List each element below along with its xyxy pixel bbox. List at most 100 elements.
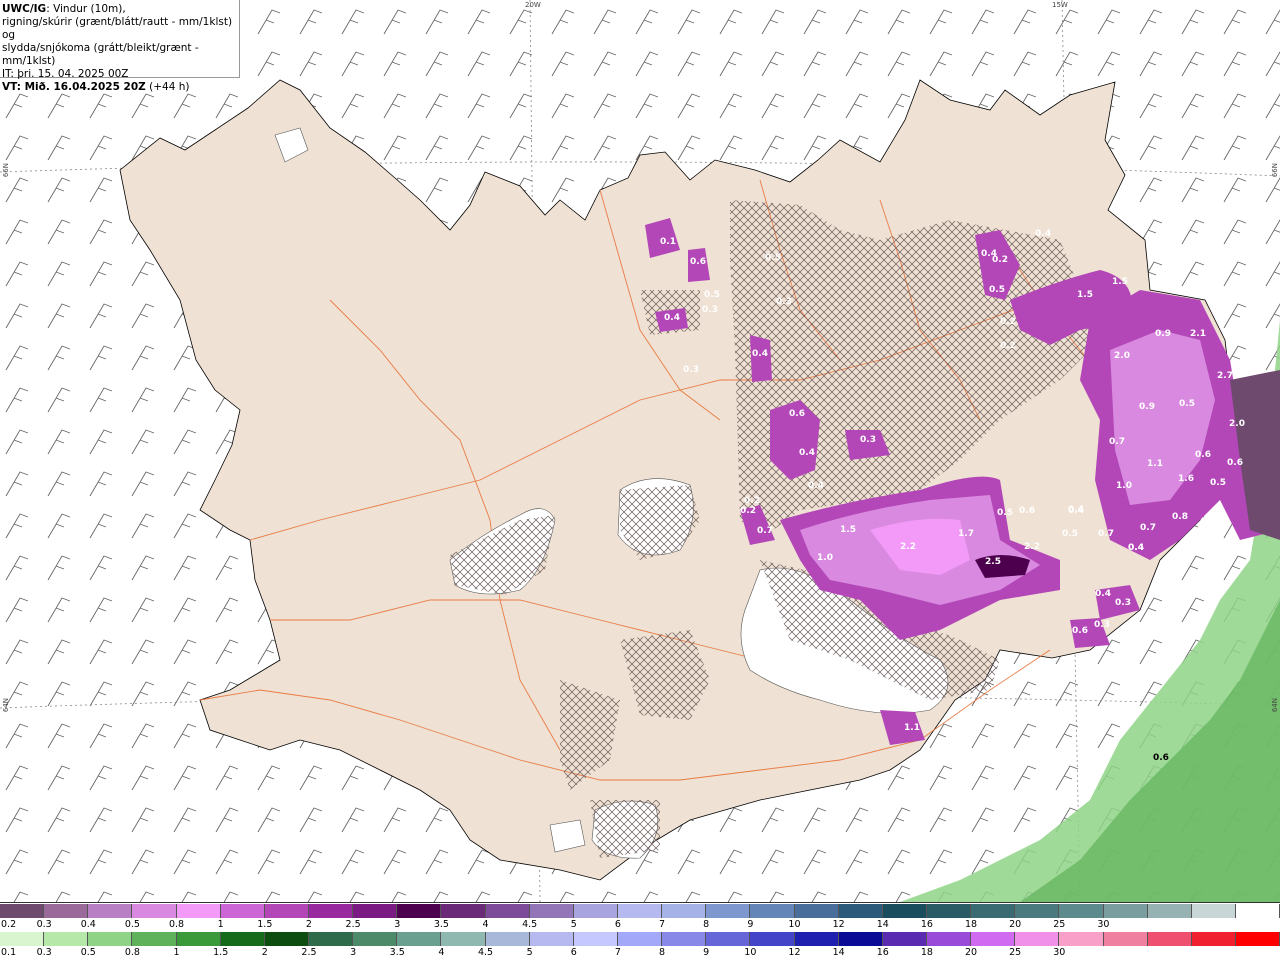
legend-swatch bbox=[441, 904, 486, 918]
precip-value-label: 0.4 bbox=[1035, 229, 1051, 239]
legend-swatch bbox=[0, 904, 45, 918]
legend-label: 0.8 bbox=[168, 919, 185, 930]
legend-swatch bbox=[0, 932, 45, 946]
legend-label: 16 bbox=[920, 919, 933, 930]
legend-swatch bbox=[441, 932, 486, 946]
legend-label: 3.5 bbox=[389, 947, 405, 958]
legend-label: 8 bbox=[659, 947, 666, 958]
legend-label: 0.5 bbox=[80, 947, 96, 958]
legend-swatch bbox=[44, 904, 89, 918]
legend-label: 4 bbox=[482, 919, 489, 930]
legend-swatch bbox=[1103, 932, 1148, 946]
sea-precip-label: 0.6 bbox=[1153, 753, 1169, 763]
legend-label: 2.5 bbox=[345, 919, 361, 930]
model-name: UWC/IG bbox=[2, 3, 47, 15]
weather-map: 0.1 0.6 0.4 0.3 0.5 0.3 0.4 0.3 0.5 0.4 0.6 0.4 0.3 0… bbox=[0, 0, 1280, 902]
legend-swatch bbox=[926, 904, 972, 918]
legend-swatch bbox=[353, 932, 398, 946]
legend-swatch bbox=[353, 904, 398, 918]
precip-value-label: 0.7 bbox=[1098, 529, 1114, 539]
legend-label: 12 bbox=[832, 919, 845, 930]
precip-value-label: 0.4 bbox=[1068, 505, 1084, 515]
legend-label: 10 bbox=[788, 919, 801, 930]
precip-value-label: 0.3 bbox=[776, 297, 792, 307]
legend-swatch bbox=[617, 932, 663, 946]
legend-swatch bbox=[882, 904, 927, 918]
color-legend: 0.2 0.3 0.4 0.5 0.8 1 1.5 2 2.5 3 3.5 4 4.5 5 6 7 8 9 10 12… bbox=[0, 902, 1280, 961]
legend-label: 14 bbox=[832, 947, 845, 958]
precip-value-label: 1.5 bbox=[1077, 290, 1093, 300]
legend-swatch bbox=[1191, 904, 1236, 918]
title-line3: slydda/snjókoma (grátt/bleikt/grænt - mm… bbox=[2, 42, 199, 67]
rain-scale-labels: 0.1 0.3 0.5 0.8 1 1.5 2 2.5 3 3.5 4 4.5 5 6 7 8 9 10 12 14 1… bbox=[0, 947, 1280, 959]
precip-value-label: 0.3 bbox=[702, 305, 718, 315]
legend-label: 0.5 bbox=[124, 919, 140, 930]
legend-swatch bbox=[308, 904, 354, 918]
legend-swatch bbox=[176, 932, 221, 946]
legend-swatch bbox=[397, 904, 442, 918]
legend-swatch bbox=[794, 932, 839, 946]
valid-time: VT: Mið. 16.04.2025 20Z bbox=[2, 81, 146, 93]
precip-value-label: 0.7 bbox=[1140, 523, 1156, 533]
legend-swatch bbox=[1059, 932, 1104, 946]
legend-label: 7 bbox=[614, 947, 621, 958]
legend-swatch bbox=[44, 932, 89, 946]
legend-swatch bbox=[971, 904, 1016, 918]
legend-label: 0.4 bbox=[80, 919, 96, 930]
legend-label: 25 bbox=[1053, 919, 1066, 930]
precip-value-label: 0.6 bbox=[1072, 626, 1088, 636]
legend-label: 10 bbox=[744, 947, 757, 958]
legend-label: 30 bbox=[1097, 919, 1110, 930]
precip-value-label: 2.1 bbox=[1190, 329, 1206, 339]
legend-swatch bbox=[308, 932, 354, 946]
legend-label: 2 bbox=[305, 919, 312, 930]
legend-label: 0.1 bbox=[1, 947, 17, 958]
legend-swatch bbox=[662, 904, 707, 918]
legend-label: 5 bbox=[526, 947, 533, 958]
legend-label: 12 bbox=[788, 947, 801, 958]
precip-value-label: 0.5 bbox=[765, 253, 781, 263]
legend-swatch bbox=[397, 932, 442, 946]
legend-label: 9 bbox=[703, 947, 710, 958]
legend-swatch bbox=[1147, 904, 1192, 918]
legend-swatch bbox=[706, 932, 751, 946]
precip-value-label: 0.6 bbox=[789, 409, 805, 419]
legend-swatch bbox=[529, 932, 574, 946]
legend-swatch bbox=[1103, 904, 1148, 918]
legend-swatch bbox=[88, 932, 133, 946]
precip-value-label: 2.2 bbox=[900, 542, 916, 552]
legend-label: 8 bbox=[703, 919, 710, 930]
legend-label: 4.5 bbox=[522, 919, 538, 930]
legend-label: 3 bbox=[350, 947, 357, 958]
legend-swatch bbox=[264, 904, 309, 918]
precip-value-label: 0.6 bbox=[1227, 458, 1243, 468]
precip-value-label: 0.5 bbox=[1062, 529, 1078, 539]
legend-label: 20 bbox=[964, 947, 978, 958]
precip-value-label: 0.2 bbox=[992, 255, 1008, 265]
snow-scale-labels: 0.2 0.3 0.4 0.5 0.8 1 1.5 2 2.5 3 3.5 4 4.5 5 6 7 8 9 10 12… bbox=[0, 919, 1280, 931]
precip-value-label: 0.5 bbox=[1179, 399, 1195, 409]
precip-value-label: 0.4 bbox=[799, 448, 815, 458]
lat-label-64n-right: 64N bbox=[1271, 698, 1279, 713]
precip-value-label: 0.6 bbox=[1195, 450, 1211, 460]
lat-label-66n-right: 66N bbox=[1271, 163, 1279, 178]
precip-value-label: 0.6 bbox=[690, 257, 706, 267]
legend-label: 18 bbox=[964, 919, 978, 930]
precip-value-label: 0.7 bbox=[1109, 437, 1125, 447]
legend-swatch bbox=[1059, 904, 1104, 918]
precip-value-label: 1.6 bbox=[1178, 474, 1194, 484]
legend-label: 0.2 bbox=[1, 919, 17, 930]
precip-value-label: 0.4 bbox=[1128, 543, 1144, 553]
legend-label: 1 bbox=[217, 919, 224, 930]
precip-value-label: 1.5 bbox=[840, 525, 856, 535]
legend-label: 1 bbox=[173, 947, 180, 958]
legend-swatch bbox=[794, 904, 839, 918]
legend-swatch bbox=[485, 904, 530, 918]
precip-value-label: 0.1 bbox=[660, 237, 676, 247]
precip-value-label: 2.0 bbox=[1114, 351, 1130, 361]
precip-value-label: 0.3 bbox=[860, 435, 876, 445]
legend-label: 7 bbox=[659, 919, 666, 930]
legend-label: 1.5 bbox=[257, 919, 273, 930]
precip-value-label: 0.3 bbox=[1094, 620, 1110, 630]
legend-swatch bbox=[88, 904, 133, 918]
